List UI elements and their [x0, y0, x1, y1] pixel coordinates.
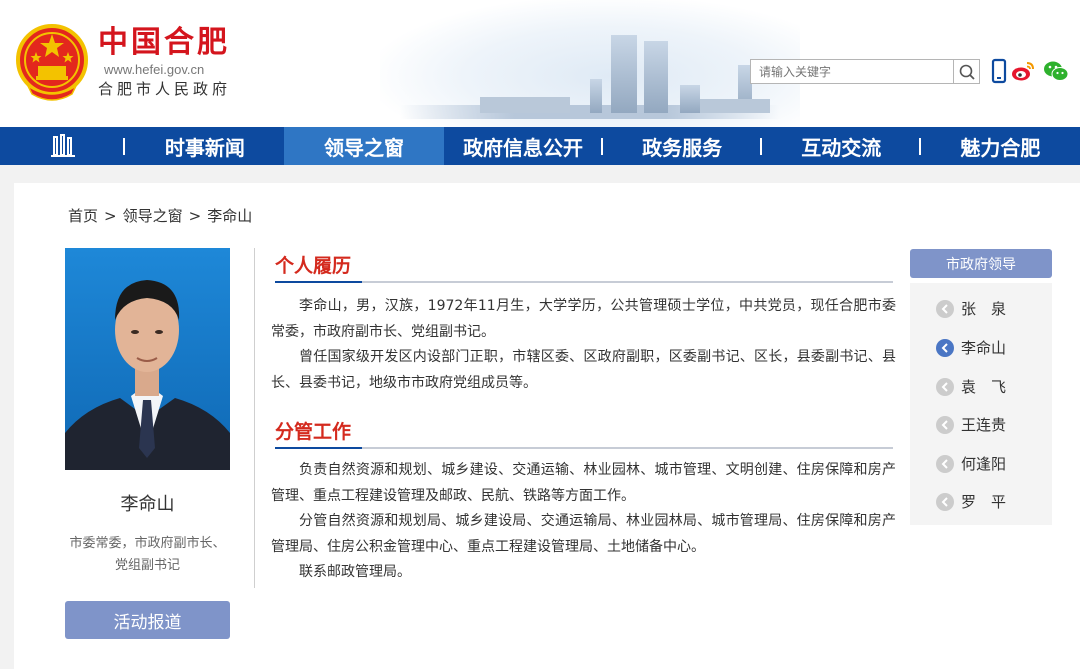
duties-paragraph-3: 联系邮政管理局。	[299, 564, 411, 580]
sidebar-header: 市政府领导	[910, 249, 1052, 278]
site-subtitle: 合肥市人民政府	[98, 80, 232, 98]
leader-title: 市委常委，市政府副市长、 党组副书记	[69, 536, 226, 573]
portrait-image	[65, 280, 230, 470]
nav-tab-services[interactable]: 政务服务	[603, 127, 762, 165]
activity-report-button[interactable]: 活动报道	[65, 601, 230, 639]
mobile-icon[interactable]	[986, 58, 1012, 84]
nav-tab-news[interactable]: 时事新闻	[125, 127, 284, 165]
chevron-left-icon	[936, 454, 954, 473]
duties-paragraph-1: 负责自然资源和规划、城乡建设、交通运输、林业园林、城市管理、文明创建、住房保障和…	[271, 462, 896, 504]
sidebar-item-luoping[interactable]: 罗 平	[936, 491, 1006, 512]
weibo-icon[interactable]	[1010, 58, 1036, 84]
site-header: 中国合肥 www.hefei.gov.cn 合肥市人民政府	[0, 0, 1080, 127]
nav-home-button[interactable]	[0, 127, 126, 165]
sidebar-item-hefengyang[interactable]: 何逢阳	[936, 453, 1006, 474]
duties-section-title: 分管工作	[275, 417, 893, 449]
resume-paragraph-1: 李命山，男，汉族，1972年11月生，大学学历，公共管理硕士学位，中共党员，现任…	[271, 298, 896, 340]
wechat-icon[interactable]	[1042, 58, 1070, 84]
divider	[254, 248, 255, 588]
chevron-left-icon	[936, 492, 954, 511]
breadcrumb: 首页 > 领导之窗 > 李命山	[68, 207, 253, 225]
leader-name: 李命山	[120, 494, 175, 515]
sidebar-item-yuanfei[interactable]: 袁 飞	[936, 376, 1006, 397]
chevron-left-icon	[936, 415, 954, 434]
nav-tab-charm[interactable]: 魅力合肥	[921, 127, 1080, 165]
duties-paragraph-2: 分管自然资源和规划局、城乡建设局、交通运输局、林业园林局、城市管理局、住房保障和…	[271, 513, 896, 555]
main-nav: 时事新闻 领导之窗 政府信息公开 政务服务 互动交流 魅力合肥	[0, 127, 1080, 165]
resume-paragraph-2: 曾任国家级开发区内设部门正职，市辖区委、区政府副职，区委副书记、区长，县委副书记…	[271, 349, 896, 391]
nav-tab-interaction[interactable]: 互动交流	[762, 127, 921, 165]
breadcrumb-current: 李命山	[207, 207, 253, 225]
resume-section-title: 个人履历	[275, 251, 893, 283]
sidebar-item-wangliangui[interactable]: 王连贵	[936, 414, 1006, 435]
chevron-left-icon	[936, 299, 954, 318]
nav-tab-gov-info[interactable]: 政府信息公开	[444, 127, 603, 165]
site-title[interactable]: 中国合肥	[98, 26, 230, 60]
site-url: www.hefei.gov.cn	[104, 62, 205, 77]
search-icon	[959, 64, 975, 80]
chevron-left-icon	[936, 377, 954, 396]
chevron-left-icon	[936, 338, 954, 357]
search-button[interactable]	[954, 59, 980, 84]
building-icon	[50, 134, 75, 157]
nav-tab-leaders[interactable]: 领导之窗	[284, 127, 444, 165]
breadcrumb-home[interactable]: 首页	[68, 207, 98, 225]
leader-portrait	[65, 248, 230, 470]
sidebar-item-limingshan[interactable]: 李命山	[936, 337, 1006, 358]
sidebar-leader-list: 张 泉 李命山 袁 飞 王连贵 何逢阳 罗 平	[910, 283, 1052, 525]
breadcrumb-leaders[interactable]: 领导之窗	[123, 207, 183, 225]
search-input[interactable]	[750, 59, 954, 84]
content-panel: 首页 > 领导之窗 > 李命山 李命山 市委常委，市政府副市长、 党组副书记 活动报道 …	[14, 183, 1080, 669]
sidebar-item-zhangquan[interactable]: 张 泉	[936, 298, 1006, 319]
national-emblem-icon	[16, 24, 88, 101]
